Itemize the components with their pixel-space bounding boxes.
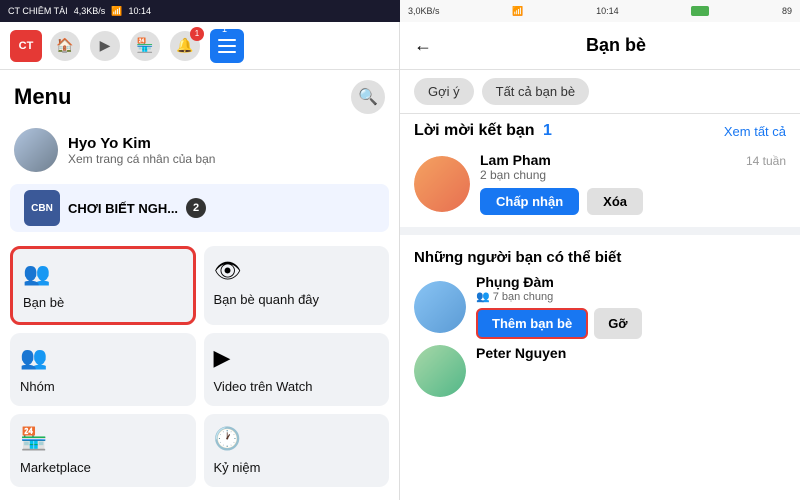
page-title: Bạn bè: [446, 35, 786, 56]
people-you-may-know-section: Những người bạn có thể biết Phụng Đàm 👥 …: [400, 239, 800, 407]
user-info: Hyo Yo Kim Xem trang cá nhân của bạn: [68, 135, 215, 166]
notification-icon[interactable]: 🔔 1: [170, 31, 200, 61]
friend-requests-title: Lời mời kết bạn 1: [414, 122, 552, 140]
hamburger-line: [218, 45, 236, 47]
person-info-phung-dam: Phụng Đàm 👥 7 bạn chung Thêm bạn bè Gỡ: [476, 274, 786, 339]
friend-request-card: Lam Pham 2 bạn chung Chấp nhận Xóa 14 tu…: [400, 144, 800, 223]
menu-item-label-ky-niem: Kỷ niệm: [214, 460, 261, 475]
signal-icons-right: 📶: [512, 6, 523, 17]
ban-be-quanh-day-icon: 👁: [214, 258, 242, 284]
step1-badge: 1: [218, 23, 236, 25]
menu-item-marketplace[interactable]: 🏪 Marketplace: [10, 414, 196, 487]
friend-avatar-image: [414, 156, 470, 212]
person-info-peter: Peter Nguyen: [476, 345, 786, 361]
menu-item-label-ban-be: Bạn bè: [23, 295, 64, 310]
friend-info: Lam Pham 2 bạn chung Chấp nhận Xóa: [480, 152, 736, 215]
ban-be-icon: 👥: [23, 261, 50, 287]
menu-item-label-bqd: Bạn bè quanh đây: [214, 292, 320, 307]
back-arrow-icon[interactable]: ←: [414, 35, 432, 56]
video-icon[interactable]: ▶: [90, 31, 120, 61]
person-actions-phung-dam: Thêm bạn bè Gỡ: [476, 308, 786, 339]
add-friend-button-phung-dam[interactable]: Thêm bạn bè: [476, 308, 588, 339]
person-card-peter-nguyen: Peter Nguyen: [414, 345, 786, 397]
mutual-icon: 👥: [476, 290, 490, 303]
see-all-link[interactable]: Xem tất cả: [724, 124, 786, 139]
time-right: 10:14: [596, 6, 619, 16]
time-ago: 14 tuần: [746, 154, 786, 168]
person-avatar-peter: [414, 345, 466, 397]
menu-item-ky-niem[interactable]: 🕐 Kỷ niệm: [204, 414, 390, 487]
avatar-image: [14, 128, 58, 172]
network-speed-right: 3,0KB/s: [408, 6, 440, 16]
step2-badge: 2: [186, 198, 206, 218]
signal-icons-left: 📶: [111, 6, 122, 17]
left-panel: CT 🏠 ▶ 🏪 🔔 1 1 Menu 🔍: [0, 22, 400, 500]
person-mutual-phung-dam: 👥 7 bạn chung: [476, 290, 786, 303]
video-watch-icon: ▶: [214, 345, 231, 371]
menu-title: Menu: [14, 84, 71, 110]
user-avatar: [14, 128, 58, 172]
cbn-label: CHƠI BIẾT NGH...: [68, 201, 178, 216]
status-bars: CT CHIÊM TÀI 4,3KB/s 📶 10:14 3,0KB/s 📶 1…: [0, 0, 800, 22]
right-header: ← Bạn bè: [400, 22, 800, 70]
nhom-icon: 👥: [20, 345, 47, 371]
menu-item-label-marketplace: Marketplace: [20, 460, 91, 475]
tab-goi-y[interactable]: Gợi ý: [414, 78, 474, 105]
person-name-phung-dam: Phụng Đàm: [476, 274, 786, 290]
menu-item-label-nhom: Nhóm: [20, 379, 55, 394]
status-bar-left: CT CHIÊM TÀI 4,3KB/s 📶 10:14: [0, 0, 400, 22]
menu-header: Menu 🔍: [0, 70, 399, 120]
menu-grid: 👥 Bạn bè 👁 Bạn bè quanh đây 👥 Nhóm ▶ Vid…: [0, 236, 399, 497]
mutual-friends: 2 bạn chung: [480, 168, 736, 182]
notification-badge: 1: [190, 27, 204, 41]
menu-item-video[interactable]: ▶ Video trên Watch: [204, 333, 390, 406]
battery-percent: 89: [782, 6, 792, 16]
friend-avatar-lam-pham: [414, 156, 470, 212]
menu-item-nhom[interactable]: 👥 Nhóm: [10, 333, 196, 406]
friend-action-buttons: Chấp nhận Xóa: [480, 188, 736, 215]
tab-tat-ca-ban-be[interactable]: Tất cả bạn bè: [482, 78, 590, 105]
main-content: CT 🏠 ▶ 🏪 🔔 1 1 Menu 🔍: [0, 22, 800, 500]
user-name: Hyo Yo Kim: [68, 135, 215, 152]
cbn-banner[interactable]: CBN CHƠI BIẾT NGH... 2: [10, 184, 389, 232]
marketplace-icon: 🏪: [20, 426, 47, 452]
menu-item-label-video: Video trên Watch: [214, 379, 313, 394]
friend-name: Lam Pham: [480, 152, 736, 168]
person-avatar-phung-dam: [414, 281, 466, 333]
user-profile[interactable]: Hyo Yo Kim Xem trang cá nhân của bạn: [0, 120, 399, 180]
ct-logo: CT: [10, 30, 42, 62]
user-subtitle: Xem trang cá nhân của bạn: [68, 152, 215, 166]
time-left: 10:14: [128, 6, 151, 16]
search-button[interactable]: 🔍: [351, 80, 385, 114]
accept-button[interactable]: Chấp nhận: [480, 188, 579, 215]
home-icon[interactable]: 🏠: [50, 31, 80, 61]
section-divider: [400, 227, 800, 235]
nav-icons: 🏠 ▶ 🏪 🔔 1 1: [50, 29, 389, 63]
hamburger-line: [218, 51, 236, 53]
ky-niem-icon: 🕐: [214, 426, 241, 452]
logo-text: CT CHIÊM TÀI: [8, 6, 68, 16]
person-card-phung-dam: Phụng Đàm 👥 7 bạn chung Thêm bạn bè Gỡ: [414, 274, 786, 339]
store-icon[interactable]: 🏪: [130, 31, 160, 61]
cbn-logo: CBN: [24, 190, 60, 226]
right-panel: ← Bạn bè Gợi ý Tất cả bạn bè Lời mời kết…: [400, 22, 800, 500]
menu-item-ban-be[interactable]: 👥 Bạn bè: [10, 246, 196, 325]
filter-tabs: Gợi ý Tất cả bạn bè: [400, 70, 800, 114]
people-section-title: Những người bạn có thể biết: [414, 249, 786, 266]
remove-button-phung-dam[interactable]: Gỡ: [594, 308, 641, 339]
battery-icon: [691, 6, 709, 16]
hamburger-menu-button[interactable]: 1: [210, 29, 244, 63]
person-avatar-image-2: [414, 345, 466, 397]
person-avatar-image-1: [414, 281, 466, 333]
delete-button[interactable]: Xóa: [587, 188, 643, 215]
friend-requests-section-header: Lời mời kết bạn 1 Xem tất cả: [400, 114, 800, 144]
network-speed-left: 4,3KB/s: [74, 6, 106, 16]
person-name-peter: Peter Nguyen: [476, 345, 786, 361]
status-bar-right: 3,0KB/s 📶 10:14 89: [400, 0, 800, 22]
friend-requests-count: 1: [543, 122, 552, 139]
nav-bar-left: CT 🏠 ▶ 🏪 🔔 1 1: [0, 22, 399, 70]
menu-item-ban-be-quanh-day[interactable]: 👁 Bạn bè quanh đây: [204, 246, 390, 325]
hamburger-line: [218, 39, 236, 41]
